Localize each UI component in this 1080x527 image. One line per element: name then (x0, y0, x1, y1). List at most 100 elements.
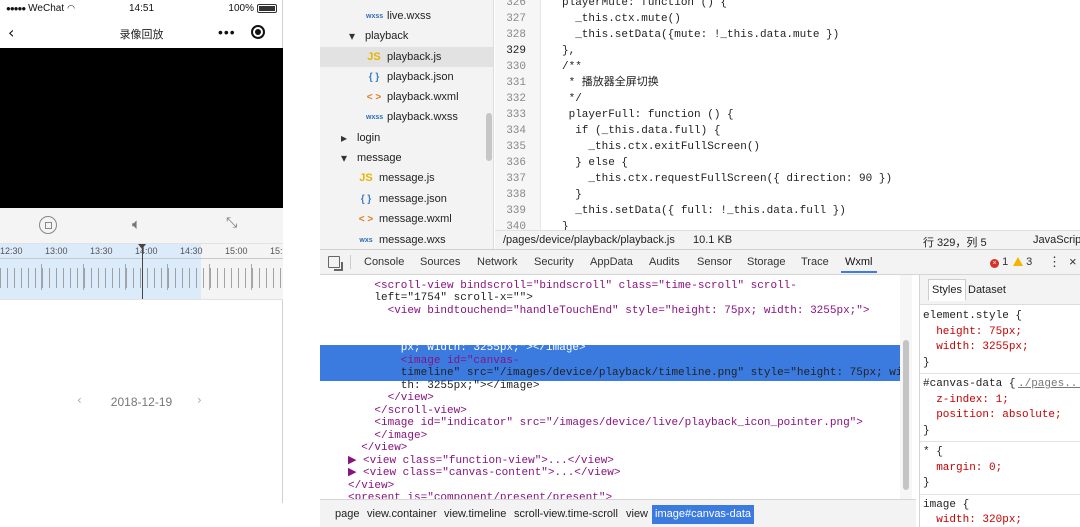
tab-sources[interactable]: Sources (420, 256, 460, 268)
file-item-message-js[interactable]: JS message.js (320, 168, 493, 188)
video-player[interactable] (0, 48, 283, 208)
dom-node-line[interactable]: <image id="canvas- (348, 355, 916, 368)
timeline-label: 15:00 (225, 246, 248, 256)
tab-security[interactable]: Security (534, 256, 574, 268)
error-count-value: 1 (1002, 256, 1009, 268)
dom-node-line[interactable]: <image id="indicator" src="/images/devic… (348, 417, 916, 430)
folder-item-message[interactable]: ▾ message (320, 148, 493, 168)
dom-node-line[interactable]: </view> (348, 442, 916, 455)
rule-divider (920, 441, 1080, 442)
line-number: 339 (506, 205, 526, 217)
dom-node-line[interactable]: </image> (348, 430, 916, 443)
page-title: 录像回放 (119, 29, 164, 41)
dom-node-line[interactable]: px; width: 3255px;"></image> (348, 342, 916, 355)
breadcrumb-image-canvas-data[interactable]: image#canvas-data (652, 505, 755, 524)
file-tree-scrollbar[interactable] (486, 113, 492, 161)
warning-count[interactable]: 3 (1013, 256, 1032, 268)
code-text: if (_this.data.full) { (562, 125, 721, 137)
tab-styles[interactable]: Styles (928, 279, 966, 301)
file-item-playback-js[interactable]: JS playback.js (320, 47, 493, 67)
record-icon[interactable] (251, 25, 265, 39)
js-file-icon: JS (359, 172, 373, 184)
dom-node-line[interactable]: timeline" src="/images/device/playback/t… (348, 367, 916, 380)
volume-icon[interactable]: 🔈︎ (132, 215, 141, 233)
folder-item-login[interactable]: ▸ login (320, 128, 493, 148)
stop-icon[interactable] (39, 216, 57, 234)
breadcrumb-view-timeline[interactable]: view.timeline (441, 505, 509, 524)
code-line: 337 _this.ctx.requestFullScreen({ direct… (495, 171, 1080, 187)
file-item-playback-wxml[interactable]: < > playback.wxml (320, 87, 493, 107)
file-item-playback-wxss[interactable]: wxss playback.wxss (320, 107, 493, 127)
tab-trace[interactable]: Trace (801, 256, 829, 268)
tab-network[interactable]: Network (477, 256, 517, 268)
code-text: playerMute: function () { (562, 0, 728, 9)
tab-appdata[interactable]: AppData (590, 256, 633, 268)
dom-node-line[interactable]: pq_0alu-KA.TYTvZZRpDDq9bce717c1e9e425ccd… (348, 330, 916, 343)
breadcrumb-view-container[interactable]: view.container (364, 505, 440, 524)
dom-node-line[interactable]: </scroll-view> (348, 405, 916, 418)
style-rule-line: image { (923, 498, 970, 511)
player-controls: 🔈︎ ⤡ (0, 208, 283, 244)
dom-node-line[interactable]: left="1754" scroll-x=""> (348, 292, 916, 305)
nav-bar: ‹ 录像回放 ••• (0, 18, 283, 48)
file-tree: wxss live.wxss ▾ playback JS playback.js… (320, 0, 494, 249)
dom-node-line[interactable]: ▶ <view class="canvas-content">...</view… (348, 467, 916, 480)
folder-item-playback[interactable]: ▾ playback (320, 26, 493, 46)
tab-console[interactable]: Console (364, 256, 404, 268)
code-text: }, (562, 45, 576, 57)
dom-node-line[interactable]: </view> (348, 392, 916, 405)
code-editor[interactable]: 326 playerMute: function () {327 _this.ct… (495, 0, 1080, 230)
dom-node-line[interactable]: </view> (348, 480, 916, 493)
battery-icon (257, 4, 277, 13)
dom-node-line[interactable]: th: 3255px;"></image> (348, 380, 916, 393)
dom-tree-scrollbar[interactable] (900, 275, 912, 520)
dom-node-line[interactable]: <image id="canvas-data" src="http://tmp/… (348, 317, 916, 330)
code-line: 340} (495, 219, 1080, 230)
code-line: 329}, (495, 43, 1080, 59)
js-file-icon: JS (367, 51, 381, 63)
style-rule-line: } (923, 424, 930, 437)
dom-node-line[interactable]: <scroll-view bindscroll="bindscroll" cla… (348, 280, 916, 293)
inspect-element-icon[interactable] (328, 256, 343, 271)
devtools-tabbar: Console Sources Network Security AppData… (320, 250, 1080, 275)
timeline[interactable]: 12:30 13:00 13:30 14:00 14:30 15:00 15: (0, 244, 283, 300)
rule-divider (920, 493, 1080, 495)
tab-wxml[interactable]: Wxml (841, 256, 876, 273)
next-date-icon[interactable]: › (197, 393, 202, 407)
style-source-link[interactable]: ./pages... (1018, 377, 1080, 393)
code-text: * 播放器全屏切换 (562, 77, 659, 89)
file-item-message-wxml[interactable]: < > message.wxml (320, 209, 493, 229)
tab-sensor[interactable]: Sensor (697, 256, 732, 268)
kebab-menu-icon[interactable]: ⋮ (1048, 254, 1061, 270)
file-item-message-wxs[interactable]: wxs message.wxs (320, 230, 493, 249)
dom-node-line[interactable]: ▶ <view class="function-view">...</view> (348, 455, 916, 468)
breadcrumb-page[interactable]: page (332, 505, 362, 524)
error-count[interactable]: × 1 (990, 256, 1008, 268)
style-rule-line: z-index: 1; (923, 393, 1009, 406)
folder-name: playback (365, 30, 409, 42)
breadcrumb-view[interactable]: view (623, 505, 651, 524)
close-icon[interactable]: × (1069, 254, 1077, 269)
line-number: 335 (506, 141, 526, 153)
line-number: 334 (506, 125, 526, 137)
tab-audits[interactable]: Audits (649, 256, 680, 268)
file-item-live-wxss[interactable]: wxss live.wxss (320, 6, 493, 26)
more-icon[interactable]: ••• (218, 24, 236, 40)
style-rule-line: height: 75px; (923, 325, 1023, 338)
file-item-message-json[interactable]: { } message.json (320, 189, 493, 209)
json-file-icon: { } (360, 193, 372, 205)
language-mode[interactable]: JavaScript (1033, 234, 1080, 246)
breadcrumb-scroll-view[interactable]: scroll-view.time-scroll (511, 505, 621, 524)
line-number: 328 (506, 29, 526, 41)
style-rule-line: width: 3255px; (923, 341, 1029, 353)
tab-storage[interactable]: Storage (747, 256, 786, 268)
dom-node-line[interactable]: <view bindtouchend="handleTouchEnd" styl… (348, 305, 916, 318)
code-line: 327 _this.ctx.mute() (495, 11, 1080, 27)
fullscreen-icon[interactable]: ⤡ (226, 215, 237, 231)
file-item-playback-json[interactable]: { } playback.json (320, 67, 493, 87)
timeline-indicator[interactable] (138, 244, 146, 299)
folder-open-icon: ▾ (340, 151, 348, 165)
tab-dataset[interactable]: Dataset (968, 284, 1006, 296)
wxml-dom-tree[interactable]: <view class="timeline"> <scroll-view bin… (320, 275, 916, 520)
code-line: 338 } (495, 187, 1080, 203)
